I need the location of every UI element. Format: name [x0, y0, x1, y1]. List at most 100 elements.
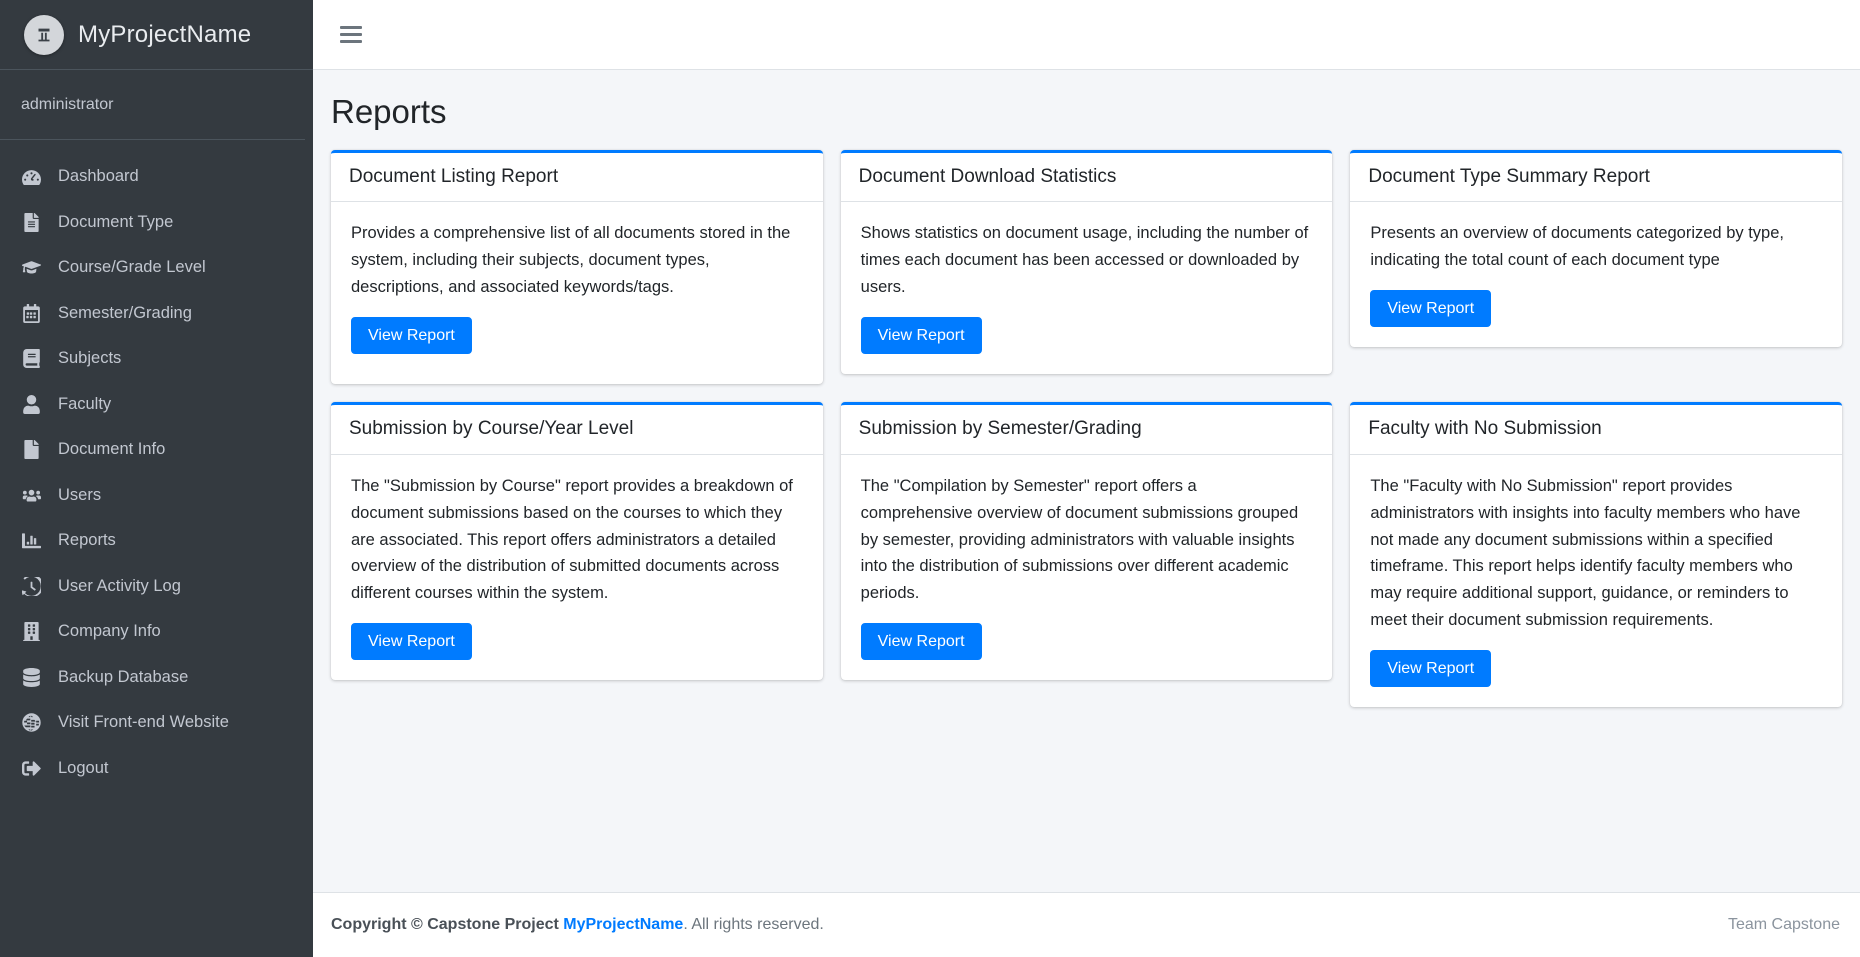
card-description: The "Faculty with No Submission" report …: [1370, 477, 1801, 629]
view-report-button[interactable]: View Report: [860, 622, 982, 661]
user-panel: administrator: [0, 70, 305, 140]
sidebar: MyProjectName administrator Dashboard Do…: [0, 0, 313, 957]
sidebar-item-label: Faculty: [58, 394, 112, 413]
report-card-document-download-statistics: Document Download Statistics Shows stati…: [840, 149, 1333, 375]
card-header: Faculty with No Submission: [1350, 405, 1843, 456]
card-description: The "Compilation by Semester" report off…: [860, 477, 1299, 603]
content-wrapper: Reports Document Listing Report Provides…: [313, 0, 1860, 957]
sidebar-item-label: Document Info: [58, 440, 166, 459]
view-report-button[interactable]: View Report: [860, 316, 982, 355]
report-card-document-type-summary: Document Type Summary Report Presents an…: [1350, 149, 1843, 348]
view-report-button[interactable]: View Report: [1370, 649, 1492, 688]
hamburger-bar: [340, 40, 362, 43]
sidebar-item-label: Semester/Grading: [58, 303, 192, 322]
hamburger-icon[interactable]: [340, 22, 366, 48]
sidebar-item-reports[interactable]: Reports: [0, 518, 313, 564]
card-header: Submission by Course/Year Level: [331, 405, 823, 456]
card-title: Document Listing Report: [349, 165, 559, 187]
view-report-button[interactable]: View Report: [351, 622, 472, 661]
calendar-icon: [22, 303, 50, 323]
app-logo-icon: [24, 14, 64, 55]
topbar: [313, 0, 1860, 70]
card-description: Shows statistics on document usage, incl…: [860, 224, 1309, 296]
brand-header[interactable]: MyProjectName: [0, 0, 313, 70]
globe-icon: [22, 713, 50, 732]
card-body: The "Submission by Course" report provid…: [331, 455, 823, 680]
report-cards-row-2: Submission by Course/Year Level The "Sub…: [331, 402, 1843, 708]
report-card-col: Document Download Statistics Shows stati…: [840, 149, 1333, 375]
card-title: Submission by Course/Year Level: [349, 418, 634, 440]
sidebar-item-logout[interactable]: Logout: [0, 746, 313, 792]
graduation-cap-icon: [22, 258, 50, 277]
sidebar-username: administrator: [21, 95, 114, 113]
sidebar-item-label: Subjects: [58, 349, 122, 368]
footer-copyright-prefix: Copyright © Capstone Project: [331, 916, 564, 933]
sidebar-item-label: Reports: [58, 531, 116, 550]
main-content: Reports Document Listing Report Provides…: [313, 70, 1860, 892]
chart-bar-icon: [22, 531, 50, 550]
sidebar-item-label: Logout: [58, 758, 109, 777]
sidebar-item-visit-frontend-website[interactable]: Visit Front-end Website: [0, 700, 313, 746]
book-icon: [22, 349, 50, 369]
report-card-col: Faculty with No Submission The "Faculty …: [1350, 402, 1843, 708]
sidebar-item-label: Users: [58, 485, 102, 504]
hamburger-bar: [340, 33, 362, 36]
footer-team-label: Team Capstone: [1727, 916, 1840, 933]
view-report-button[interactable]: View Report: [351, 316, 472, 355]
card-title: Submission by Semester/Grading: [858, 418, 1142, 440]
sidebar-item-label: Backup Database: [58, 667, 189, 686]
sidebar-item-semester-grading[interactable]: Semester/Grading: [0, 291, 313, 337]
report-card-col: Submission by Semester/Grading The "Comp…: [840, 402, 1333, 681]
tachometer-icon: [22, 167, 50, 186]
sidebar-item-company-info[interactable]: Company Info: [0, 609, 313, 655]
footer-copyright: Copyright © Capstone Project MyProjectNa…: [331, 916, 824, 934]
view-report-button[interactable]: View Report: [1370, 289, 1492, 328]
footer-project-link[interactable]: MyProjectName: [563, 916, 683, 933]
card-title: Document Download Statistics: [858, 165, 1117, 187]
app-root: MyProjectName administrator Dashboard Do…: [0, 0, 1860, 957]
card-description: The "Submission by Course" report provid…: [351, 477, 793, 603]
file-icon: [22, 440, 50, 460]
page-title: Reports: [331, 93, 447, 130]
sidebar-item-label: Course/Grade Level: [58, 258, 206, 277]
card-body: The "Faculty with No Submission" report …: [1350, 455, 1842, 707]
brand-title: MyProjectName: [78, 20, 252, 48]
sidebar-item-course-grade-level[interactable]: Course/Grade Level: [0, 245, 313, 291]
sidebar-item-backup-database[interactable]: Backup Database: [0, 655, 313, 701]
sidebar-item-document-type[interactable]: Document Type: [0, 200, 313, 246]
history-icon: [22, 576, 50, 596]
sidebar-item-subjects[interactable]: Subjects: [0, 336, 313, 382]
user-icon: [22, 394, 50, 414]
sidebar-item-label: Dashboard: [58, 167, 139, 186]
report-card-col: Submission by Course/Year Level The "Sub…: [331, 402, 823, 681]
card-header: Document Download Statistics: [840, 153, 1333, 203]
report-card-faculty-with-no-submission: Faculty with No Submission The "Faculty …: [1350, 402, 1843, 708]
sidebar-nav: Dashboard Document Type Course/Grade Lev…: [0, 140, 313, 791]
card-body: The "Compilation by Semester" report off…: [841, 455, 1333, 680]
sidebar-item-users[interactable]: Users: [0, 473, 313, 519]
card-body: Provides a comprehensive list of all doc…: [331, 202, 823, 384]
report-card-document-listing: Document Listing Report Provides a compr…: [331, 149, 823, 385]
footer: Copyright © Capstone Project MyProjectNa…: [313, 892, 1860, 957]
card-title: Document Type Summary Report: [1368, 165, 1650, 187]
card-body: Shows statistics on document usage, incl…: [841, 202, 1333, 374]
building-icon: [22, 622, 50, 642]
card-description: Presents an overview of documents catego…: [1370, 224, 1784, 270]
sign-out-icon: [22, 759, 50, 778]
sidebar-item-label: Company Info: [58, 622, 161, 641]
sidebar-item-dashboard[interactable]: Dashboard: [0, 154, 313, 200]
sidebar-item-faculty[interactable]: Faculty: [0, 382, 313, 428]
file-lines-icon: [22, 212, 50, 232]
card-header: Submission by Semester/Grading: [840, 405, 1333, 456]
sidebar-item-label: Visit Front-end Website: [58, 713, 229, 732]
database-icon: [22, 667, 50, 687]
report-card-col: Document Listing Report Provides a compr…: [331, 149, 823, 385]
report-cards-row-1: Document Listing Report Provides a compr…: [331, 149, 1843, 385]
sidebar-item-user-activity-log[interactable]: User Activity Log: [0, 564, 313, 610]
report-card-col: Document Type Summary Report Presents an…: [1350, 149, 1843, 348]
card-header: Document Type Summary Report: [1350, 153, 1843, 203]
users-icon: [22, 486, 50, 505]
sidebar-item-document-info[interactable]: Document Info: [0, 427, 313, 473]
sidebar-item-label: Document Type: [58, 212, 174, 231]
card-body: Presents an overview of documents catego…: [1350, 202, 1842, 347]
